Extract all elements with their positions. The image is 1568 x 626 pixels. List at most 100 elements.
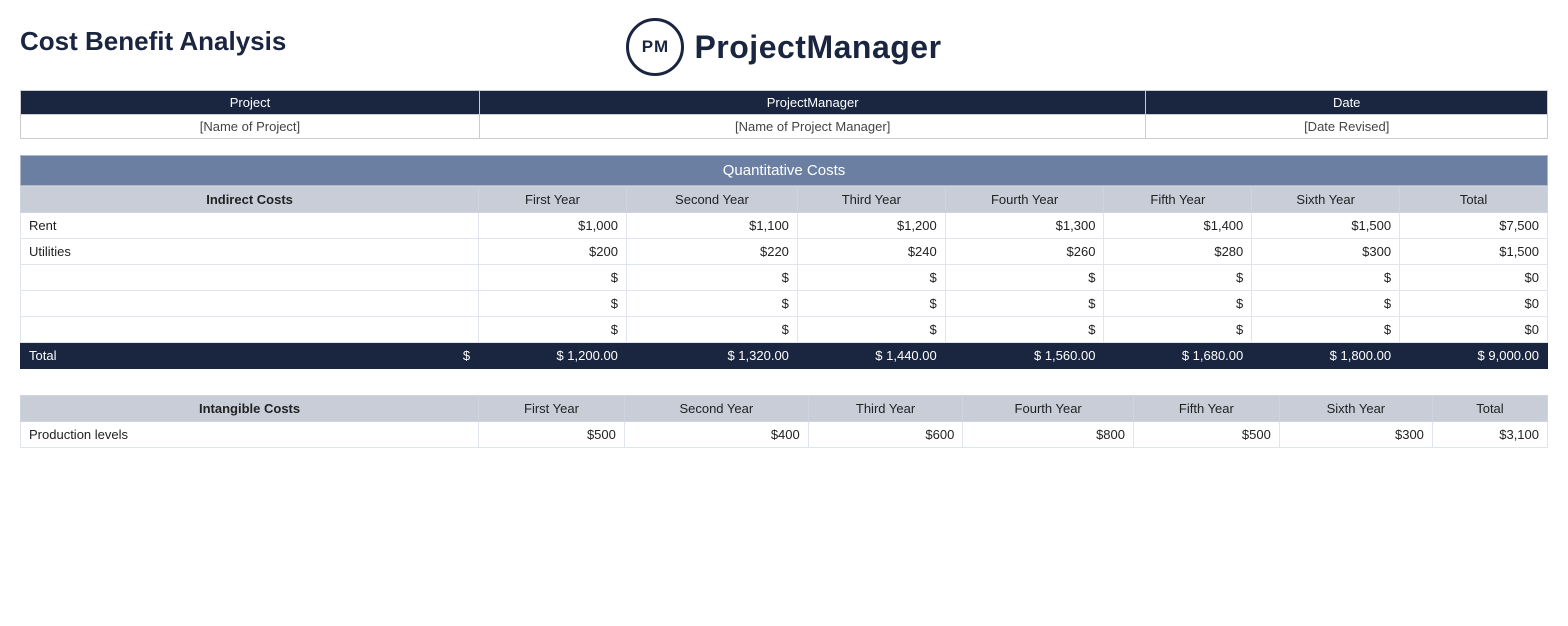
col-fourth-year: Fourth Year [945, 187, 1104, 213]
total-row-value: $ 1,680.00 [1104, 343, 1252, 369]
indirect-row-value: $0 [1400, 265, 1548, 291]
intangible-col-total: Total [1432, 396, 1547, 422]
info-value-pm: [Name of Project Manager] [479, 115, 1145, 139]
indirect-total-row: Total$$ 1,200.00$ 1,320.00$ 1,440.00$ 1,… [21, 343, 1548, 369]
intangible-costs-table: Intangible Costs First Year Second Year … [20, 395, 1548, 448]
info-value-row: [Name of Project] [Name of Project Manag… [21, 115, 1548, 139]
indirect-cost-row: $$$$$$$0 [21, 317, 1548, 343]
col-third-year: Third Year [797, 187, 945, 213]
intangible-col-fifth-year: Fifth Year [1134, 396, 1280, 422]
total-row-value: $ 1,800.00 [1252, 343, 1400, 369]
indirect-row-value: $260 [945, 239, 1104, 265]
indirect-row-value: $ [1252, 265, 1400, 291]
indirect-row-value: $0 [1400, 291, 1548, 317]
page-title: Cost Benefit Analysis [20, 26, 286, 57]
indirect-row-value: $ [1104, 317, 1252, 343]
intangible-col-sixth-year: Sixth Year [1279, 396, 1432, 422]
info-value-project: [Name of Project] [21, 115, 480, 139]
indirect-row-value: $200 [479, 239, 627, 265]
indirect-row-value: $ [797, 265, 945, 291]
indirect-row-label [21, 291, 479, 317]
indirect-row-value: $ [797, 317, 945, 343]
col-fifth-year: Fifth Year [1104, 187, 1252, 213]
total-row-label: Total$ [21, 343, 479, 369]
logo-area: PM ProjectManager [626, 18, 941, 76]
intangible-row-value: $600 [808, 422, 963, 448]
page: Cost Benefit Analysis PM ProjectManager … [0, 0, 1568, 626]
intangible-cost-row: Production levels$500$400$600$800$500$30… [21, 422, 1548, 448]
intangible-costs-section: Intangible Costs First Year Second Year … [20, 395, 1548, 448]
col-sixth-year: Sixth Year [1252, 187, 1400, 213]
indirect-row-value: $0 [1400, 317, 1548, 343]
col-second-year: Second Year [626, 187, 797, 213]
intangible-row-value: $400 [624, 422, 808, 448]
indirect-row-value: $1,400 [1104, 213, 1252, 239]
info-header-project: Project [21, 91, 480, 115]
total-row-value: $ 1,560.00 [945, 343, 1104, 369]
intangible-row-value: $500 [479, 422, 625, 448]
col-total: Total [1400, 187, 1548, 213]
indirect-row-label [21, 317, 479, 343]
intangible-row-value: $300 [1279, 422, 1432, 448]
total-row-value: $ 1,440.00 [797, 343, 945, 369]
header: Cost Benefit Analysis PM ProjectManager [20, 10, 1548, 82]
indirect-row-value: $ [626, 291, 797, 317]
info-header-pm: ProjectManager [479, 91, 1145, 115]
indirect-row-value: $ [626, 265, 797, 291]
indirect-costs-body: Rent$1,000$1,100$1,200$1,300$1,400$1,500… [21, 213, 1548, 369]
info-header-date: Date [1146, 91, 1548, 115]
indirect-row-value: $1,100 [626, 213, 797, 239]
intangible-row-value: $500 [1134, 422, 1280, 448]
quantitative-costs-section: Quantitative Costs Indirect Costs First … [20, 155, 1548, 369]
indirect-row-value: $240 [797, 239, 945, 265]
intangible-col-fourth-year: Fourth Year [963, 396, 1134, 422]
total-row-value: $ 1,200.00 [479, 343, 627, 369]
indirect-row-value: $ [797, 291, 945, 317]
intangible-costs-header-row: Intangible Costs First Year Second Year … [21, 396, 1548, 422]
indirect-row-value: $1,500 [1252, 213, 1400, 239]
indirect-row-value: $ [1252, 317, 1400, 343]
indirect-cost-row: $$$$$$$0 [21, 291, 1548, 317]
info-value-date: [Date Revised] [1146, 115, 1548, 139]
intangible-col-third-year: Third Year [808, 396, 963, 422]
indirect-costs-label-header: Indirect Costs [21, 187, 479, 213]
indirect-row-value: $ [626, 317, 797, 343]
indirect-row-value: $1,000 [479, 213, 627, 239]
indirect-row-value: $ [945, 317, 1104, 343]
indirect-row-value: $ [1252, 291, 1400, 317]
logo-name: ProjectManager [694, 29, 941, 66]
indirect-row-value: $300 [1252, 239, 1400, 265]
indirect-row-label: Rent [21, 213, 479, 239]
indirect-row-value: $ [945, 291, 1104, 317]
indirect-row-value: $ [479, 291, 627, 317]
indirect-row-value: $ [479, 317, 627, 343]
indirect-row-value: $1,500 [1400, 239, 1548, 265]
intangible-row-value: $3,100 [1432, 422, 1547, 448]
indirect-row-label [21, 265, 479, 291]
indirect-row-value: $280 [1104, 239, 1252, 265]
intangible-col-second-year: Second Year [624, 396, 808, 422]
indirect-row-value: $ [945, 265, 1104, 291]
indirect-row-value: $ [1104, 291, 1252, 317]
intangible-row-value: $800 [963, 422, 1134, 448]
indirect-row-value: $7,500 [1400, 213, 1548, 239]
section-header-quantitative: Quantitative Costs [20, 155, 1548, 186]
info-table: Project ProjectManager Date [Name of Pro… [20, 90, 1548, 139]
indirect-row-value: $ [479, 265, 627, 291]
indirect-cost-row: $$$$$$$0 [21, 265, 1548, 291]
total-row-value: $ 9,000.00 [1400, 343, 1548, 369]
indirect-row-value: $1,300 [945, 213, 1104, 239]
indirect-row-value: $ [1104, 265, 1252, 291]
logo-circle: PM [626, 18, 684, 76]
intangible-costs-body: Production levels$500$400$600$800$500$30… [21, 422, 1548, 448]
indirect-row-value: $220 [626, 239, 797, 265]
indirect-cost-row: Utilities$200$220$240$260$280$300$1,500 [21, 239, 1548, 265]
indirect-costs-table: Indirect Costs First Year Second Year Th… [20, 186, 1548, 369]
indirect-row-label: Utilities [21, 239, 479, 265]
info-header-row: Project ProjectManager Date [21, 91, 1548, 115]
intangible-col-first-year: First Year [479, 396, 625, 422]
total-row-value: $ 1,320.00 [626, 343, 797, 369]
intangible-costs-label-header: Intangible Costs [21, 396, 479, 422]
intangible-row-label: Production levels [21, 422, 479, 448]
indirect-costs-header-row: Indirect Costs First Year Second Year Th… [21, 187, 1548, 213]
